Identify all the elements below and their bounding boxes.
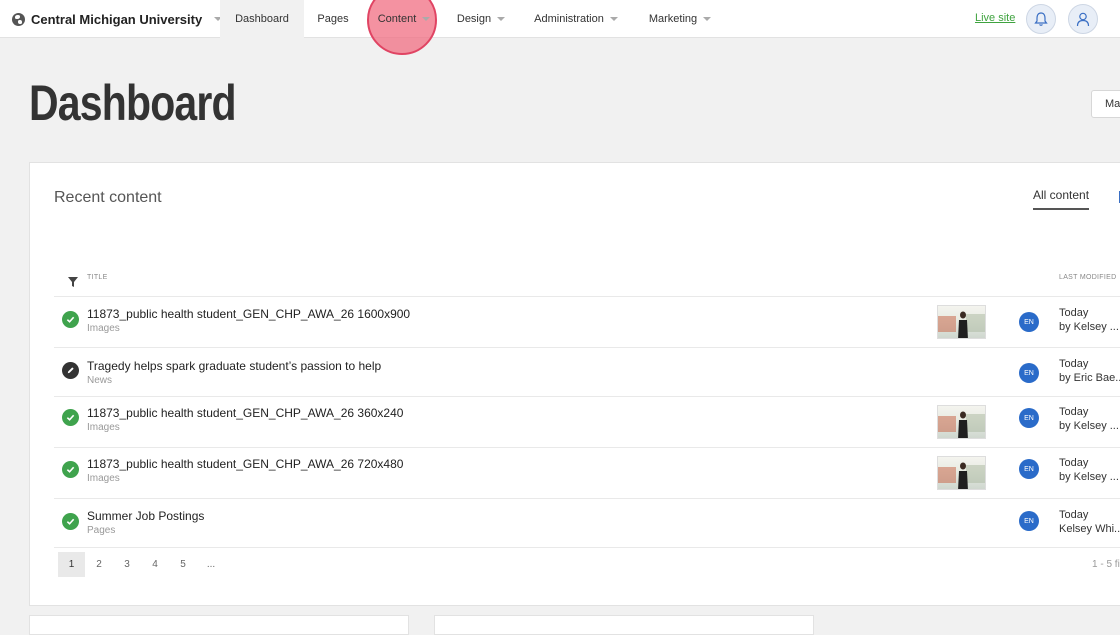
image-thumbnail [937,456,986,490]
nav-pages[interactable]: Pages [304,0,362,38]
item-type: Images [87,422,120,433]
nav-administration-label: Administration [534,13,604,25]
filter-icon[interactable] [68,277,78,287]
check-circle-icon [62,409,79,426]
item-title[interactable]: 11873_public health student_GEN_CHP_AWA_… [87,457,403,471]
card-title: Recent content [54,189,162,206]
page-title: Dashboard [29,75,237,131]
nav-marketing-label: Marketing [648,13,698,25]
site-switcher[interactable]: Central Michigan University [12,0,223,38]
chevron-down-icon [609,17,618,21]
nav-dashboard-label: Dashboard [235,13,289,25]
image-thumbnail [937,305,986,339]
table-row[interactable]: Tragedy helps spark graduate student’s p… [54,348,1120,397]
item-title[interactable]: 11873_public health student_GEN_CHP_AWA_… [87,307,410,321]
modified-date: Today [1059,457,1089,469]
nav-pages-label: Pages [317,13,349,25]
nav-design[interactable]: Design [446,0,516,38]
modified-date: Today [1059,307,1089,319]
table-row[interactable]: 11873_public health student_GEN_CHP_AWA_… [54,448,1120,499]
modified-by: by Eric Bae... [1059,372,1120,384]
bottom-panel-right [434,615,814,635]
language-badge: EN [1019,459,1039,479]
pagination: 1 2 3 4 5 ... [58,552,225,577]
globe-icon [12,12,25,26]
page-1[interactable]: 1 [58,552,85,577]
notifications-button[interactable] [1026,4,1056,34]
nav-marketing[interactable]: Marketing [640,0,720,38]
language-badge: EN [1019,511,1039,531]
pencil-circle-icon [62,362,79,379]
check-circle-icon [62,461,79,478]
nav-design-label: Design [456,13,492,25]
bottom-panel-left [29,615,409,635]
recent-content-card: Recent content All content TITLE LAST MO… [29,162,1120,606]
language-badge: EN [1019,363,1039,383]
result-range: 1 - 5 fi [1092,559,1120,570]
user-icon [1076,12,1090,27]
item-type: Pages [87,525,116,536]
chevron-down-icon [703,17,712,21]
page-3[interactable]: 3 [113,552,141,577]
modified-date: Today [1059,509,1089,521]
manage-button[interactable]: Ma [1091,90,1120,118]
modified-date: Today [1059,358,1089,370]
language-badge: EN [1019,312,1039,332]
page-2[interactable]: 2 [85,552,113,577]
top-navigation: Central Michigan University Dashboard Pa… [0,0,1120,55]
item-title[interactable]: Tragedy helps spark graduate student’s p… [87,359,381,373]
table-row[interactable]: 11873_public health student_GEN_CHP_AWA_… [54,397,1120,448]
check-circle-icon [62,311,79,328]
modified-by: Kelsey Whi... [1059,523,1120,535]
live-site-link[interactable]: Live site [975,12,1015,24]
item-title[interactable]: 11873_public health student_GEN_CHP_AWA_… [87,406,403,420]
page-more[interactable]: ... [197,552,225,577]
item-type: Images [87,323,120,334]
item-type: Images [87,473,120,484]
page-4[interactable]: 4 [141,552,169,577]
modified-date: Today [1059,406,1089,418]
table-row[interactable]: Summer Job Postings Pages EN Today Kelse… [54,499,1120,548]
nav-dashboard[interactable]: Dashboard [220,0,304,38]
item-type: News [87,375,113,386]
bell-icon [1034,12,1048,26]
column-title[interactable]: TITLE [87,274,108,281]
modified-by: by Kelsey ... [1059,321,1119,333]
account-button[interactable] [1068,4,1098,34]
nav-content-label: Content [377,13,417,25]
chevron-down-icon [497,17,506,21]
site-name: Central Michigan University [31,11,203,27]
modified-by: by Kelsey ... [1059,420,1119,432]
item-title[interactable]: Summer Job Postings [87,509,204,523]
modified-by: by Kelsey ... [1059,471,1119,483]
page-5[interactable]: 5 [169,552,197,577]
table-row[interactable]: 11873_public health student_GEN_CHP_AWA_… [54,297,1120,348]
nav-content[interactable]: Content [366,0,442,38]
check-circle-icon [62,513,79,530]
column-last-modified[interactable]: LAST MODIFIED [1059,274,1116,281]
language-badge: EN [1019,408,1039,428]
tab-all-content[interactable]: All content [1033,188,1090,210]
nav-administration[interactable]: Administration [524,0,628,38]
image-thumbnail [937,405,986,439]
chevron-down-icon [422,17,431,21]
